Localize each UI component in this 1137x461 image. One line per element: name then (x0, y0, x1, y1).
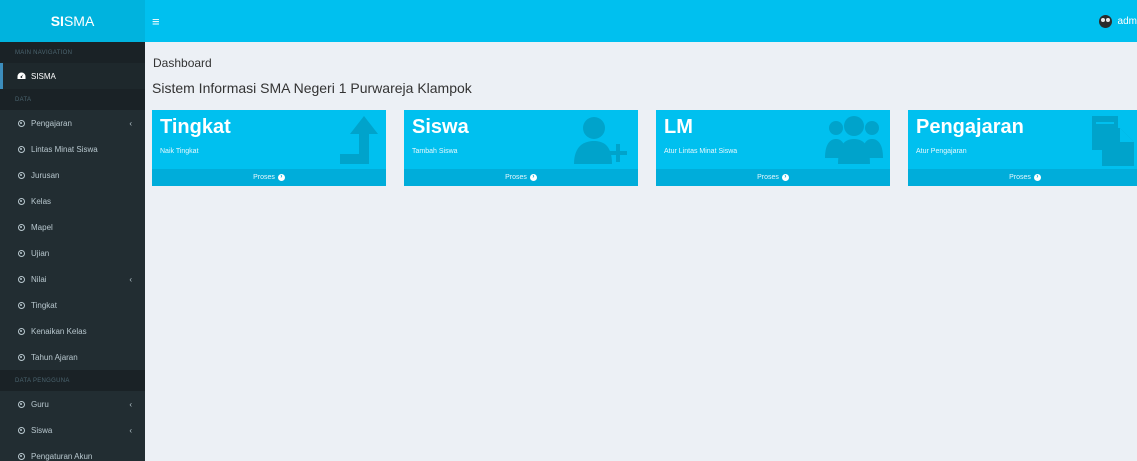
sidebar-item-pengaturan-akun[interactable]: Pengaturan Akun (0, 443, 145, 461)
box-footer-label: Proses (1009, 174, 1031, 181)
sidebar-item-label: Mapel (31, 222, 53, 232)
box-title: LM (664, 116, 693, 138)
box-title: Siswa (412, 116, 469, 138)
user-menu[interactable]: adm (1098, 0, 1137, 42)
sidebar-item-nilai[interactable]: Nilai ‹ (0, 266, 145, 292)
user-plus-icon (572, 114, 632, 166)
sidebar-item-jurusan[interactable]: Jurusan (0, 162, 145, 188)
dashboard-icon (16, 72, 26, 80)
sidebar-toggle-icon[interactable]: ≡ (152, 0, 160, 42)
box-footer-label: Proses (505, 174, 527, 181)
circle-icon (16, 145, 26, 153)
sidebar-item-label: Ujian (31, 248, 50, 258)
circle-icon (16, 197, 26, 205)
level-up-arrow-icon (320, 114, 380, 166)
sidebar-item-label: Pengaturan Akun (31, 451, 93, 461)
sidebar-item-label: Siswa (31, 425, 53, 435)
box-title: Pengajaran (916, 116, 1024, 138)
top-navbar: SI SMA ≡ adm (0, 0, 1137, 42)
sidebar-item-ujian[interactable]: Ujian (0, 240, 145, 266)
sidebar-item-lintas-minat-siswa[interactable]: Lintas Minat Siswa (0, 136, 145, 162)
breadcrumb: Dashboard (153, 56, 212, 70)
sidebar-item-label: Lintas Minat Siswa (31, 144, 98, 154)
small-box-tingkat: Tingkat Naik Tingkat Proses › (152, 110, 386, 186)
sidebar-item-kenaikan-kelas[interactable]: Kenaikan Kelas (0, 318, 145, 344)
chevron-left-icon: ‹ (129, 399, 132, 409)
box-subtitle: Tambah Siswa (412, 148, 458, 155)
circle-icon (16, 249, 26, 257)
box-title: Tingkat (160, 116, 231, 138)
sidebar-item-label: Tingkat (31, 300, 57, 310)
logo-bold-text: SI (50, 13, 64, 29)
box-footer-label: Proses (757, 174, 779, 181)
page-title: Sistem Informasi SMA Negeri 1 Purwareja … (152, 80, 472, 96)
arrow-circle-right-icon: › (1033, 174, 1041, 181)
chevron-left-icon: ‹ (129, 274, 132, 284)
arrow-circle-right-icon: › (277, 174, 285, 181)
user-name: adm (1117, 15, 1137, 27)
circle-icon (16, 223, 26, 231)
box-footer-label: Proses (253, 174, 275, 181)
small-box-lm: LM Atur Lintas Minat Siswa Proses › (656, 110, 890, 186)
chevron-left-icon: ‹ (129, 425, 132, 435)
users-group-icon (824, 114, 884, 166)
sidebar-item-guru[interactable]: Guru ‹ (0, 391, 145, 417)
sidebar-item-tahun-ajaran[interactable]: Tahun Ajaran (0, 344, 145, 370)
small-box-siswa: Siswa Tambah Siswa Proses › (404, 110, 638, 186)
main-content: Dashboard Sistem Informasi SMA Negeri 1 … (145, 42, 1137, 461)
arrow-circle-right-icon: › (781, 174, 789, 181)
documents-icon (1076, 114, 1136, 166)
sidebar-item-mapel[interactable]: Mapel (0, 214, 145, 240)
sidebar: MAIN NAVIGATION SISMA DATA Pengajaran ‹ … (0, 42, 145, 461)
sidebar-item-tingkat[interactable]: Tingkat (0, 292, 145, 318)
sidebar-item-label: Kenaikan Kelas (31, 326, 87, 336)
box-subtitle: Atur Lintas Minat Siswa (664, 148, 738, 155)
circle-icon (16, 353, 26, 361)
box-footer-link[interactable]: Proses › (908, 169, 1137, 186)
box-subtitle: Atur Pengajaran (916, 148, 967, 155)
circle-icon (16, 327, 26, 335)
user-avatar-icon (1098, 14, 1112, 28)
small-box-pengajaran: Pengajaran Atur Pengajaran Proses › (908, 110, 1137, 186)
sidebar-item-label: SISMA (31, 71, 56, 81)
sidebar-header-main-navigation: MAIN NAVIGATION (0, 42, 145, 63)
logo-rest-text: SMA (63, 13, 95, 29)
sidebar-item-label: Pengajaran (31, 118, 72, 128)
sidebar-item-siswa[interactable]: Siswa ‹ (0, 417, 145, 443)
box-footer-link[interactable]: Proses › (656, 169, 890, 186)
circle-icon (16, 400, 26, 408)
sidebar-header-data: DATA (0, 89, 145, 110)
sidebar-item-label: Jurusan (31, 170, 60, 180)
app-logo[interactable]: SI SMA (0, 0, 145, 42)
circle-icon (16, 275, 26, 283)
sidebar-item-label: Kelas (31, 196, 52, 206)
sidebar-item-label: Tahun Ajaran (31, 352, 78, 362)
arrow-circle-right-icon: › (529, 174, 537, 181)
circle-icon (16, 171, 26, 179)
sidebar-item-label: Guru (31, 399, 49, 409)
box-subtitle: Naik Tingkat (160, 148, 199, 155)
box-footer-link[interactable]: Proses › (404, 169, 638, 186)
circle-icon (16, 119, 26, 127)
box-footer-link[interactable]: Proses › (152, 169, 386, 186)
sidebar-item-sisma[interactable]: SISMA (0, 63, 145, 89)
chevron-left-icon: ‹ (129, 118, 132, 128)
sidebar-item-pengajaran[interactable]: Pengajaran ‹ (0, 110, 145, 136)
sidebar-item-kelas[interactable]: Kelas (0, 188, 145, 214)
circle-icon (16, 426, 26, 434)
circle-icon (16, 301, 26, 309)
circle-icon (16, 452, 26, 460)
sidebar-header-data-pengguna: DATA PENGGUNA (0, 370, 145, 391)
sidebar-item-label: Nilai (31, 274, 47, 284)
